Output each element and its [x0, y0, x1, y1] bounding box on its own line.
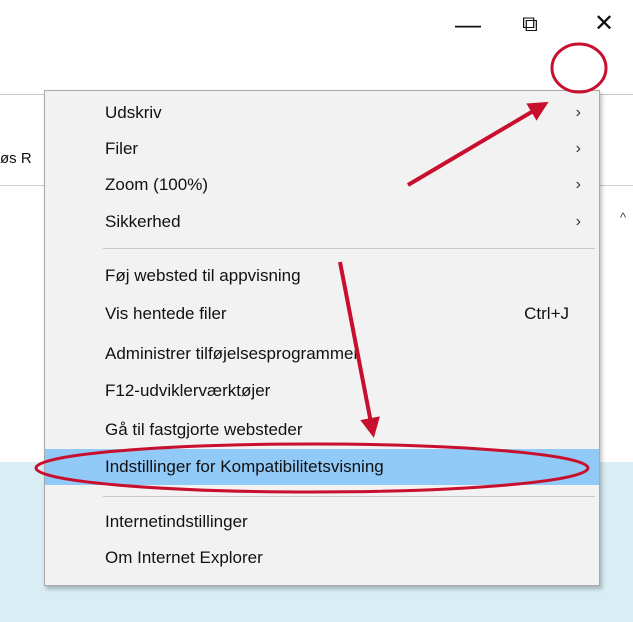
menu-item-label: Filer [105, 139, 139, 158]
close-button[interactable]: ✕ [584, 6, 624, 42]
menu-item-label: Zoom (100%) [105, 175, 208, 194]
chevron-right-icon: › [575, 104, 581, 121]
menu-item-print[interactable]: Udskriv › [45, 95, 599, 131]
menu-item-zoom[interactable]: Zoom (100%) › [45, 167, 599, 203]
menu-item-label: Indstillinger for Kompatibilitetsvisning [105, 457, 384, 476]
menu-item-label: Føj websted til appvisning [105, 266, 301, 285]
menu-item-security[interactable]: Sikkerhed › [45, 204, 599, 240]
menu-item-label: Administrer tilføjelsesprogrammer [105, 344, 360, 363]
menu-item-label: Vis hentede filer [105, 304, 227, 323]
menu-item-label: Udskriv [105, 103, 162, 122]
scroll-up-icon[interactable]: ^ [620, 210, 633, 234]
tools-menu: Udskriv › Filer › Zoom (100%) › Sikkerhe… [44, 90, 600, 586]
menu-item-about-ie[interactable]: Om Internet Explorer [45, 540, 599, 576]
menu-item-view-downloads[interactable]: Vis hentede filer Ctrl+J [45, 296, 599, 332]
chevron-right-icon: › [575, 176, 581, 193]
menu-separator [103, 248, 595, 249]
tab-title-partial[interactable]: øs R [0, 150, 32, 167]
menu-separator [103, 496, 595, 497]
menu-item-label: Om Internet Explorer [105, 548, 263, 567]
menu-item-compatibility-view-settings[interactable]: Indstillinger for Kompatibilitetsvisning [45, 449, 599, 485]
menu-item-manage-addons[interactable]: Administrer tilføjelsesprogrammer [45, 336, 599, 372]
menu-item-add-site-to-apps[interactable]: Føj websted til appvisning [45, 258, 599, 294]
menu-item-label: F12-udviklerværktøjer [105, 381, 271, 400]
menu-item-files[interactable]: Filer › [45, 131, 599, 167]
menu-item-developer-tools[interactable]: F12-udviklerværktøjer [45, 373, 599, 409]
minimize-button[interactable]: — [448, 6, 488, 42]
menu-item-label: Internetindstillinger [105, 512, 248, 531]
menu-item-label: Sikkerhed [105, 212, 181, 231]
chevron-right-icon: › [575, 140, 581, 157]
restore-button[interactable]: ⧉ [510, 6, 550, 42]
menu-item-pinned-sites[interactable]: Gå til fastgjorte websteder [45, 412, 599, 448]
menu-item-internet-options[interactable]: Internetindstillinger [45, 504, 599, 540]
title-bar: — ⧉ ✕ [0, 0, 633, 48]
menu-item-label: Gå til fastgjorte websteder [105, 420, 303, 439]
chevron-right-icon: › [575, 213, 581, 230]
shortcut-label: Ctrl+J [524, 304, 569, 323]
command-toolbar [0, 48, 633, 130]
